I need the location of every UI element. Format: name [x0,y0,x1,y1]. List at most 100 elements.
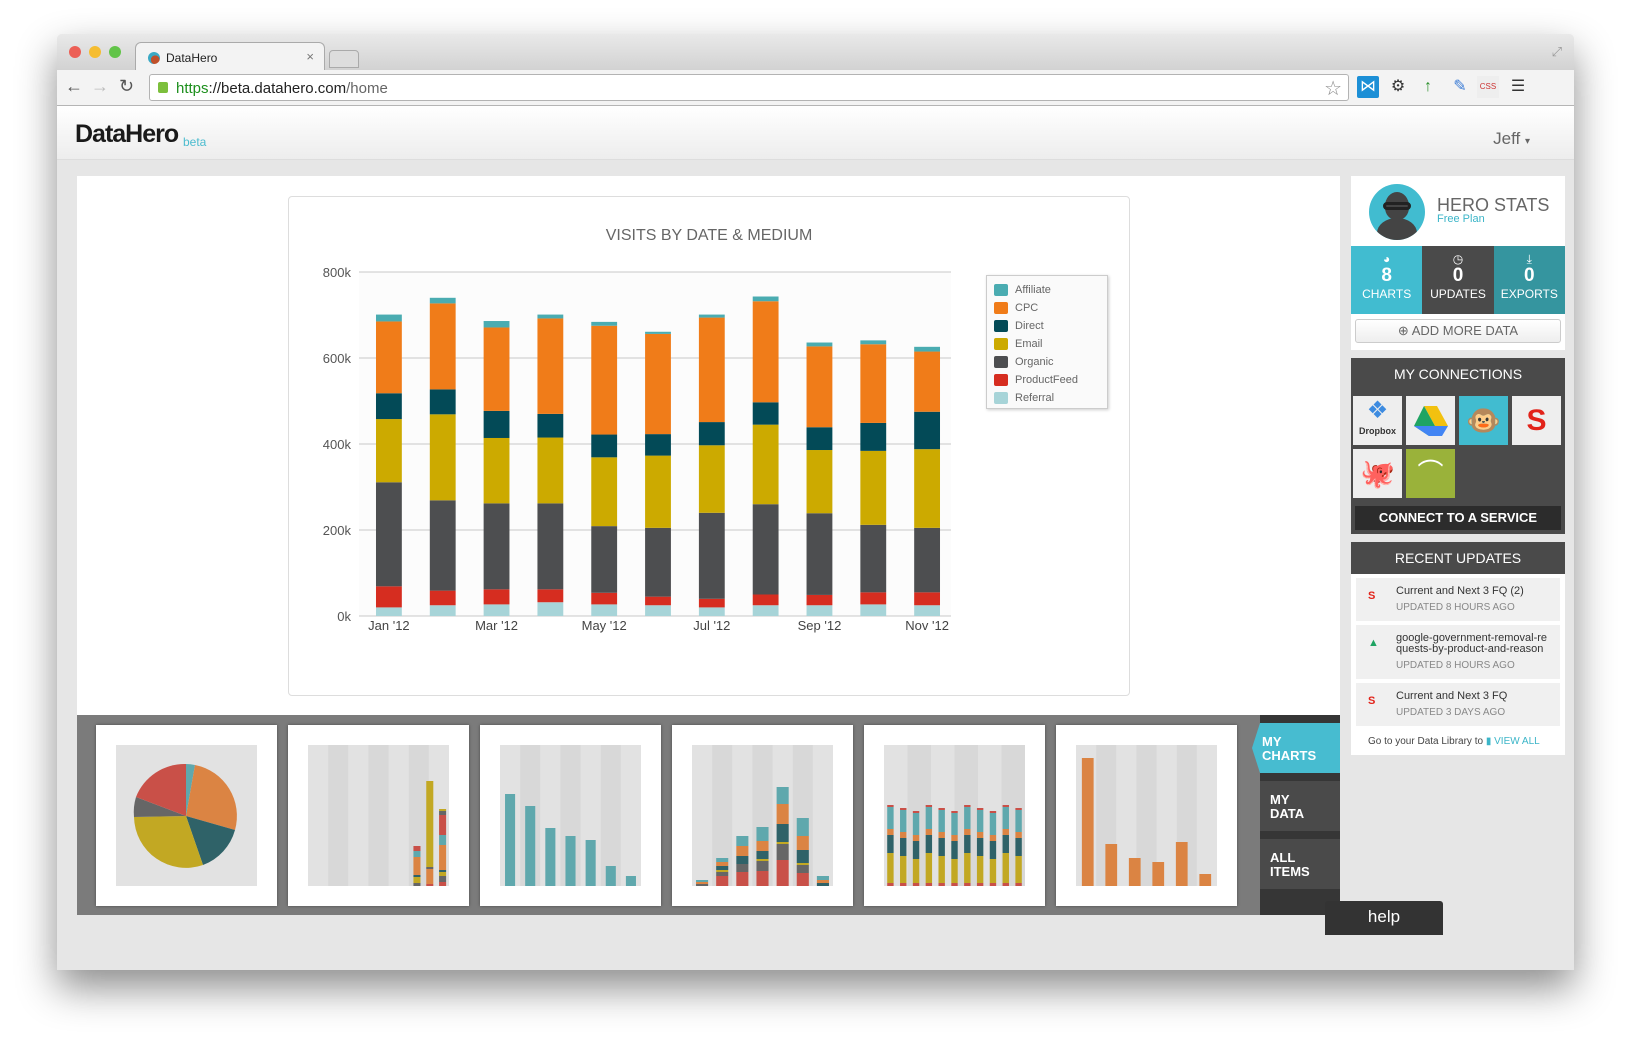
pie-icon: ◕ [1383,252,1391,266]
tab-my-data[interactable]: MY DATA [1260,781,1340,831]
title-bar: DataHero × ⤢ [57,34,1574,70]
thumbnail-bar [1002,883,1009,886]
bar-segment-productfeed [806,594,833,606]
thumbnail-bar [439,845,447,870]
update-item[interactable]: ▲ google-government-removal-requests-by-p… [1356,625,1560,679]
bar-segment-affiliate [429,297,456,304]
thumbnail-bar [912,811,920,813]
legend-item[interactable]: ProductFeed [994,371,1100,389]
add-more-data-button[interactable]: ⊕ ADD MORE DATA [1355,319,1561,343]
connection-surveymonkey[interactable]: ⌒ [1406,449,1455,498]
thumbnail-bar [964,829,971,835]
thumbnail-bar [976,808,984,810]
avatar [1369,184,1425,240]
thumbnail-bar [964,835,971,853]
thumbnail-bar [989,813,997,835]
update-item[interactable]: S Current and Next 3 FQ UPDATED 3 DAYS AGO [1356,683,1560,726]
chart-thumbnail[interactable] [480,725,661,906]
thumbnail-bar [964,807,971,829]
legend-item[interactable]: CPC [994,299,1100,317]
minimize-window-button[interactable] [89,46,101,58]
thumbnail-bar [1002,853,1009,883]
close-tab-icon[interactable]: × [306,49,314,64]
thumbnail-bar [989,835,997,841]
gallery-tabs: MY CHARTS MY DATA ALL ITEMS [1252,715,1340,915]
thumbnail-bar [938,883,945,886]
datahero-logo[interactable]: DataHero [75,120,179,149]
eyedropper-icon[interactable]: ✎ [1449,76,1471,98]
chart-thumbnail[interactable] [288,725,469,906]
thumbnail-bar [816,876,829,880]
css-selector-icon[interactable]: CSS [1477,76,1499,98]
legend-item[interactable]: Affiliate [994,281,1100,299]
thumbnail-chart [696,745,829,886]
smartsheet-icon: S [1526,404,1547,437]
gear-icon[interactable]: ⚙ [1387,76,1409,98]
thumbnail-bar [964,805,971,807]
view-all-link[interactable]: ▮ VIEW ALL [1486,736,1540,747]
thumbnail-bar [951,841,958,859]
y-tick-label: 200k [323,523,352,538]
bar-segment-email [483,437,510,504]
stat-exports[interactable]: ⤓ 0 EXPORTS [1493,246,1565,314]
reload-icon[interactable]: ↻ [119,76,134,97]
thumbnail-bar [951,835,958,841]
legend-item[interactable]: Organic [994,353,1100,371]
bar-segment-email [591,457,618,527]
browser-tab[interactable]: DataHero × [135,42,325,70]
chart-thumbnail[interactable] [672,725,853,906]
evernote-icon[interactable]: ↑ [1417,76,1439,98]
stat-updates[interactable]: ◷ 0 UPDATES [1422,246,1494,314]
tab-my-charts[interactable]: MY CHARTS [1252,723,1340,773]
tab-all-items[interactable]: ALL ITEMS [1260,839,1340,889]
thumbnail-bar [1002,835,1009,853]
bookmark-star-icon[interactable]: ☆ [1324,76,1342,101]
user-menu[interactable]: Jeff ▾ [1493,129,1530,149]
thumbnail-bar [912,883,920,886]
download-icon: ⤓ [1526,252,1532,266]
new-tab-button[interactable] [329,50,359,68]
connect-service-button[interactable]: CONNECT TO A SERVICE [1355,506,1561,530]
thumbnail-bar [625,876,636,886]
update-item[interactable]: S Current and Next 3 FQ (2) UPDATED 8 HOUR… [1356,578,1560,621]
close-window-button[interactable] [69,46,81,58]
chart-thumbnail[interactable] [96,725,277,906]
thumbnail-bar [736,872,749,886]
bar-segment-organic [591,526,618,593]
connection-dropbox[interactable]: ❖ Dropbox [1353,396,1402,445]
connection-google-drive[interactable] [1406,396,1455,445]
forward-icon[interactable]: → [91,76,109,97]
chart-thumbnail[interactable] [864,725,1045,906]
bar-segment-organic [537,503,564,590]
legend-item[interactable]: Email [994,335,1100,353]
legend-item[interactable]: Direct [994,317,1100,335]
recent-updates-title: RECENT UPDATES [1351,542,1565,574]
pie-thumbnail [133,763,237,868]
connection-mailchimp[interactable]: 🐵 [1459,396,1508,445]
bar-segment-direct [914,411,941,450]
address-bar[interactable]: https://beta.datahero.com/home ☆ [149,74,1349,101]
legend-item[interactable]: Referral [994,389,1100,407]
bar-segment-organic [429,500,456,591]
help-button[interactable]: help [1325,901,1443,935]
thumbnail-bar [439,835,447,845]
legend-swatch [994,320,1008,332]
fullscreen-icon[interactable]: ⤢ [1552,44,1562,60]
bar-segment-organic [375,482,402,587]
connection-smartsheet[interactable]: S [1512,396,1561,445]
bar-segment-referral [537,602,564,616]
chart-thumbnail[interactable] [1056,725,1237,906]
stat-charts[interactable]: ◕ 8 CHARTS [1351,246,1423,314]
plan-label[interactable]: Free Plan [1437,213,1485,225]
thumbnail-bar [439,811,447,815]
bar-segment-affiliate [806,342,833,347]
extension-bowtie-icon[interactable]: ⋈ [1357,76,1379,98]
thumbnail-bar [1015,808,1022,810]
menu-icon[interactable]: ☰ [1507,76,1529,98]
zoom-window-button[interactable] [109,46,121,58]
thumbnail-bar [426,867,434,869]
back-icon[interactable]: ← [65,76,83,97]
thumbnail-bar [756,859,769,861]
connection-github[interactable]: 🐙 [1353,449,1402,498]
thumbnail-bar [951,811,958,813]
